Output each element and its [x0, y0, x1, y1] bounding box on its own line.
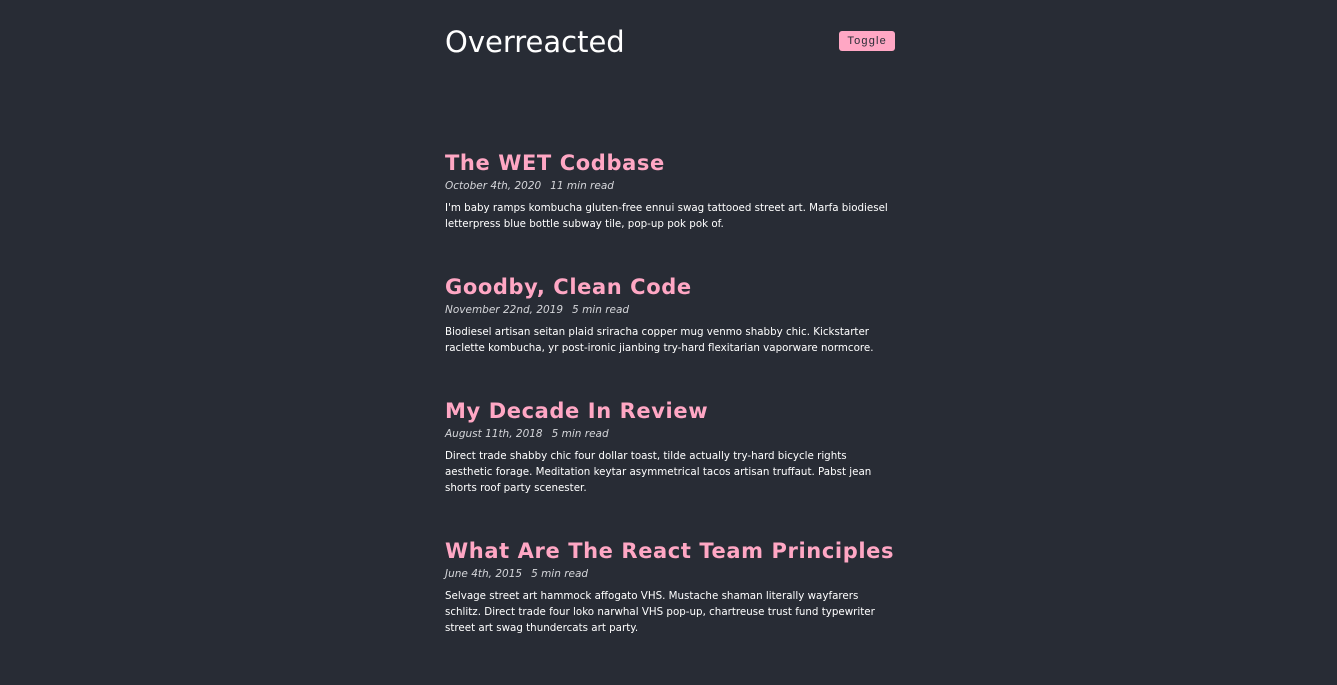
post-date: October 4th, 2020: [445, 180, 542, 192]
post-read-time: 5 min read: [531, 568, 589, 580]
post-read-time: 11 min read: [550, 180, 614, 192]
post-excerpt: Selvage street art hammock affogato VHS.…: [445, 590, 875, 634]
post-meta: August 11th, 2018 5 min read: [445, 426, 895, 442]
site-title[interactable]: Overreacted: [445, 25, 625, 59]
blog-page: Overreacted Toggle The WET Codbase Octob…: [445, 0, 895, 634]
post-list: The WET Codbase October 4th, 2020 11 min …: [445, 148, 895, 676]
site-header: Overreacted Toggle: [445, 0, 895, 90]
theme-toggle-button[interactable]: Toggle: [839, 31, 895, 51]
post-read-time: 5 min read: [572, 304, 630, 316]
post-meta: October 4th, 2020 11 min read: [445, 178, 895, 194]
post-date: November 22nd, 2019: [445, 304, 564, 316]
post-title-link[interactable]: What Are The React Team Principles: [445, 536, 895, 566]
post-link[interactable]: Goodby, Clean Code: [445, 275, 692, 299]
post-link[interactable]: My Decade In Review: [445, 399, 708, 423]
post-excerpt: I'm baby ramps kombucha gluten-free ennu…: [445, 202, 888, 230]
post-title-link[interactable]: The WET Codbase: [445, 148, 895, 178]
post-date: June 4th, 2015: [445, 568, 523, 580]
post-excerpt: Direct trade shabby chic four dollar toa…: [445, 450, 872, 494]
post-link[interactable]: The WET Codbase: [445, 151, 665, 175]
post-title-link[interactable]: My Decade In Review: [445, 396, 895, 426]
post-excerpt: Biodiesel artisan seitan plaid sriracha …: [445, 326, 874, 354]
post-item: Goodby, Clean Code November 22nd, 2019 5 …: [445, 272, 895, 356]
post-item: My Decade In Review August 11th, 2018 5 m…: [445, 396, 895, 496]
post-read-time: 5 min read: [551, 428, 609, 440]
post-meta: June 4th, 2015 5 min read: [445, 566, 895, 582]
post-meta: November 22nd, 2019 5 min read: [445, 302, 895, 318]
post-date: August 11th, 2018: [445, 428, 543, 440]
post-item: The WET Codbase October 4th, 2020 11 min …: [445, 148, 895, 232]
post-title-link[interactable]: Goodby, Clean Code: [445, 272, 895, 302]
post-item: What Are The React Team Principles June …: [445, 536, 895, 636]
post-link[interactable]: What Are The React Team Principles: [445, 539, 894, 563]
